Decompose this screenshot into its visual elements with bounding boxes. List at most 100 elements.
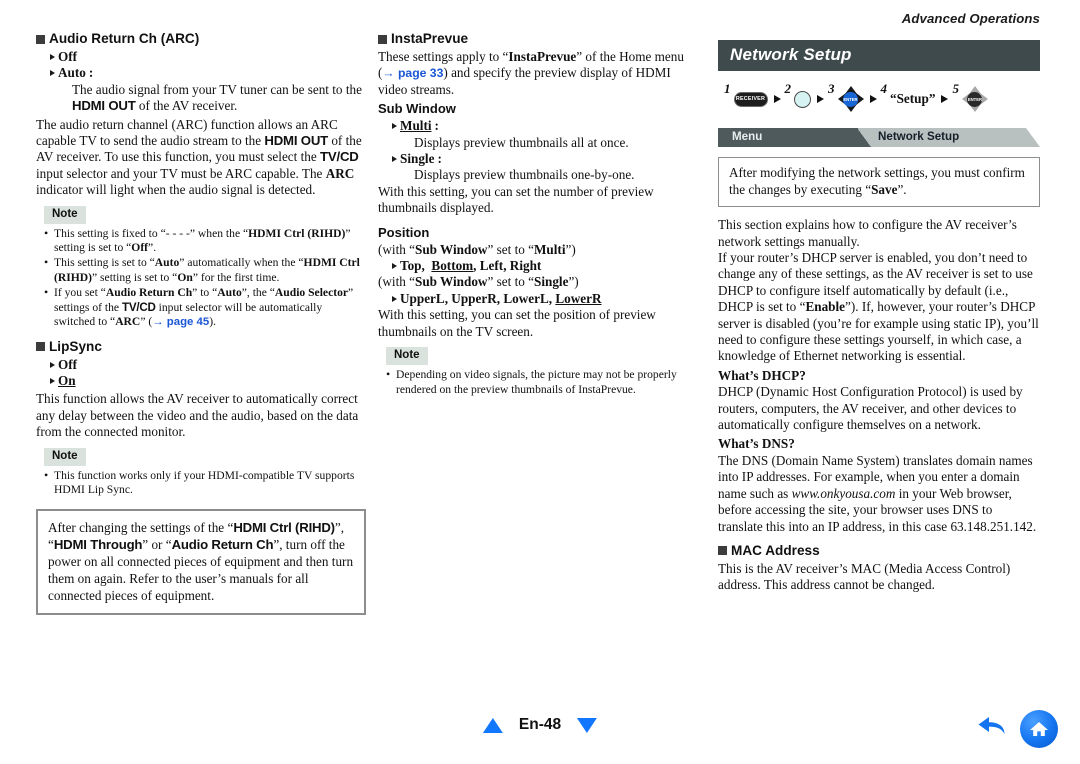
step-number: 1	[724, 81, 731, 96]
body-bold-2: TV/CD	[320, 149, 359, 165]
desc-bold: HDMI OUT	[72, 98, 136, 114]
triangle-bullet-icon	[392, 295, 397, 302]
cond-part: ”)	[565, 241, 576, 257]
triangle-bullet-icon	[392, 263, 397, 270]
cond-part: ”)	[568, 274, 579, 290]
note-item: This setting is set to “Auto” automatica…	[44, 255, 366, 285]
paragraph-dhcp-default: If your router’s DHCP server is enabled,…	[718, 250, 1040, 365]
section-title-network-setup: Network Setup	[718, 40, 1040, 71]
reader-navigation-icons	[976, 710, 1058, 748]
position-value: Left	[479, 258, 504, 274]
body-part-3: input selector and your TV must be ARC c…	[36, 165, 326, 181]
section-kicker: Advanced Operations	[901, 11, 1040, 26]
heading-whats-dhcp: What’s DHCP?	[718, 367, 806, 383]
note-bold: Audio Return Ch	[105, 286, 193, 300]
heading-position: Position	[378, 224, 430, 240]
body-part-4: indicator will light when the audio sign…	[36, 182, 316, 198]
triangle-bullet-icon	[392, 123, 397, 130]
note-list-arc: This setting is fixed to “- - - -” when …	[44, 226, 366, 330]
callout-bold: Audio Return Ch	[171, 537, 274, 553]
note-bold: TV/CD	[121, 300, 156, 314]
page-footer: En-48	[0, 710, 1080, 750]
paragraph-position-cond-single: (with “Sub Window” set to “Single”)	[378, 274, 696, 290]
position-value: Right	[509, 258, 542, 274]
step-number: 4	[880, 81, 888, 96]
cond-bold: Sub Window	[415, 274, 488, 290]
intro-part: These settings apply to “	[378, 49, 509, 64]
callout-bold: HDMI Through	[53, 537, 143, 553]
heading-label: MAC Address	[731, 542, 820, 558]
note-part: If you set “	[54, 286, 106, 300]
page-down-arrow-icon[interactable]	[577, 717, 598, 733]
option-suffix: :	[434, 118, 439, 134]
callout-part: After changing the settings of the “	[48, 520, 234, 536]
column-left: Audio Return Ch (ARC) Off Auto: The audi…	[36, 30, 366, 616]
breadcrumb: Menu Network Setup	[718, 128, 1040, 147]
square-bullet-icon	[36, 342, 45, 351]
position-value-selected: LowerR	[555, 290, 602, 306]
cond-part: ” set to “	[487, 274, 534, 290]
position-value: UpperL	[400, 290, 445, 306]
note-part: ”.	[148, 241, 157, 255]
paragraph-mac-body: This is the AV receiver’s MAC (Media Acc…	[718, 560, 1011, 593]
heading-whats-dns: What’s DNS?	[718, 436, 795, 452]
callout-bold: Save	[871, 181, 898, 197]
paragraph-dns-body: The DNS (Domain Name System) translates …	[718, 453, 1040, 535]
square-bullet-icon	[36, 34, 45, 44]
option-lipsync-on: On	[50, 373, 366, 389]
triangle-bullet-icon	[50, 377, 55, 384]
paragraph-dhcp-body: DHCP (Dynamic Host Configuration Protoco…	[718, 384, 1023, 433]
triangle-bullet-icon	[50, 70, 55, 77]
dpad-enter-label: ENTER	[843, 91, 858, 107]
note-list-position: Depending on video signals, the picture …	[386, 367, 696, 397]
heading-mac-address: MAC Address	[718, 542, 1040, 560]
option-lipsync-off: Off	[50, 357, 366, 373]
note-item: Depending on video signals, the picture …	[386, 367, 696, 397]
operation-steps: 1 RECEIVER 2 3 ENTER 4 “Setup” 5 ENTER	[724, 81, 1040, 115]
note-item: If you set “Audio Return Ch” to “Auto”, …	[44, 285, 366, 329]
callout-part: ”.	[897, 181, 907, 197]
page-link-45[interactable]: → page 45	[152, 316, 209, 328]
position-values: Top, Bottom, Left, Right	[400, 258, 542, 274]
dpad-enter-blue-icon: ENTER	[837, 86, 864, 112]
breadcrumb-menu-label[interactable]: Menu	[732, 130, 762, 143]
breadcrumb-current-label[interactable]: Network Setup	[878, 130, 959, 143]
callout-bold: HDMI Ctrl (RIHD)	[233, 520, 335, 536]
back-arrow-icon[interactable]	[976, 712, 1010, 747]
square-bullet-icon	[718, 546, 727, 556]
paragraph-lipsync-body: This function allows the AV receiver to …	[36, 391, 359, 440]
note-part: This setting is fixed to “- - - -” when …	[54, 226, 249, 240]
option-label: Multi	[400, 118, 432, 134]
step-number: 2	[784, 81, 792, 96]
desc-part-3: of the AV receiver.	[135, 98, 238, 114]
intro-bold: InstaPrevue	[508, 49, 577, 64]
step-number: 5	[952, 81, 959, 96]
paragraph-network-intro: This section explains how to configure t…	[718, 217, 1017, 249]
home-button-icon[interactable]	[1020, 710, 1058, 748]
note-bold: Auto	[217, 286, 242, 300]
triangle-bullet-icon	[392, 156, 397, 163]
page-number-label: En-48	[518, 716, 562, 733]
note-part: ” (	[140, 315, 153, 329]
square-bullet-icon	[378, 34, 387, 44]
position-values: UpperL, UpperR, LowerL, LowerR	[400, 290, 602, 306]
note-item: This setting is fixed to “- - - -” when …	[44, 226, 366, 256]
cond-bold: Single	[533, 274, 569, 290]
dpad-enter-label: ENTER	[967, 91, 983, 107]
callout-save-reminder: After modifying the network settings, yo…	[718, 157, 1040, 208]
callout-part: ” or “	[142, 537, 172, 553]
arrow-right-icon	[869, 95, 877, 103]
page-link-33[interactable]: → page 33	[382, 66, 443, 80]
option-arc-auto-description: The audio signal from your TV tuner can …	[72, 82, 366, 115]
option-sub-window-single: Single:	[392, 151, 696, 167]
paragraph-instaprevue-intro: These settings apply to “InstaPrevue” of…	[378, 49, 696, 98]
paragraph-position-cond-multi: (with “Sub Window” set to “Multi”)	[378, 242, 696, 258]
note-label-arc: Note	[44, 205, 86, 224]
page-up-arrow-icon[interactable]	[482, 717, 503, 733]
note-bold: On	[177, 270, 193, 284]
manual-page: Advanced Operations Audio Return Ch (ARC…	[0, 0, 1080, 764]
heading-lipsync: LipSync	[36, 338, 366, 356]
option-suffix: :	[88, 65, 94, 81]
note-bold: Off	[131, 241, 149, 255]
note-bold: Auto	[154, 256, 180, 270]
